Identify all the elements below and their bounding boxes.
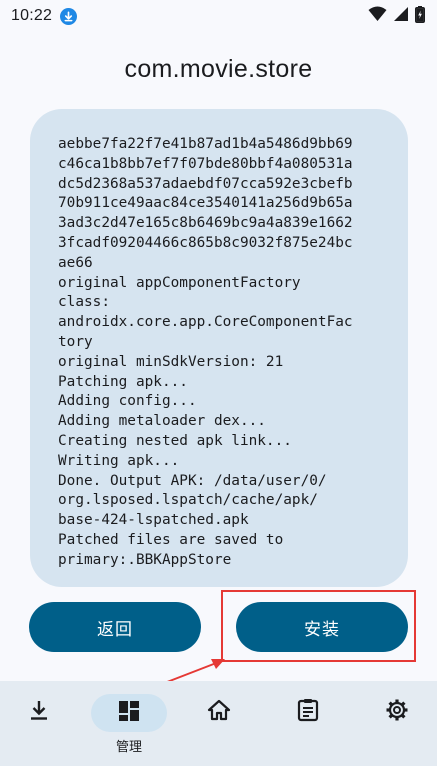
page-title: com.movie.store bbox=[124, 55, 313, 83]
status-bar: 10:22 bbox=[0, 0, 437, 32]
nav-item-download[interactable] bbox=[7, 681, 71, 766]
log-line: 3fcadf09204466c865b8c9032f875e24bc bbox=[58, 234, 353, 251]
log-line: c46ca1b8bb7ef7f07bde80bbf4a080531a bbox=[58, 155, 353, 172]
nav-item-home[interactable] bbox=[187, 681, 251, 766]
bottom-navigation: 管理 bbox=[0, 681, 437, 766]
log-line: 70b911ce49aac84ce3540141a256d9b65a bbox=[58, 195, 353, 212]
settings-gear-icon bbox=[385, 698, 409, 726]
log-line: Adding metaloader dex... bbox=[58, 413, 266, 430]
log-line: dc5d2368a537adaebdf07cca592e3cbefb bbox=[58, 175, 353, 192]
clipboard-list-icon bbox=[297, 698, 319, 726]
log-line: Patching apk... bbox=[58, 373, 188, 390]
download-badge-icon bbox=[60, 7, 78, 25]
log-line: Adding config... bbox=[58, 393, 197, 410]
log-line: primary:.BBKAppStore bbox=[58, 551, 232, 568]
patch-log-card: aebbe7fa22f7e41b87ad1b4a5486d9bb69 c46ca1… bbox=[30, 109, 408, 587]
back-button[interactable]: 返回 bbox=[29, 602, 201, 652]
dashboard-icon bbox=[118, 700, 140, 726]
log-line: Writing apk... bbox=[58, 452, 180, 469]
screen: 10:22 com.movie.store aebbe7fa22f7e41b87… bbox=[0, 0, 437, 766]
log-line: ae66 bbox=[58, 254, 93, 271]
log-line: Creating nested apk link... bbox=[58, 432, 292, 449]
log-line: androidx.core.app.CoreComponentFac bbox=[58, 314, 353, 331]
cell-signal-icon bbox=[393, 6, 409, 26]
log-line: base-424-lspatched.apk bbox=[58, 512, 249, 529]
log-line: original appComponentFactory bbox=[58, 274, 301, 291]
patch-log: aebbe7fa22f7e41b87ad1b4a5486d9bb69 c46ca1… bbox=[58, 135, 380, 571]
nav-item-settings[interactable] bbox=[365, 681, 429, 766]
status-time: 10:22 bbox=[11, 7, 53, 24]
wifi-icon bbox=[368, 6, 387, 26]
annotation-highlight-box bbox=[221, 590, 416, 662]
battery-charging-icon bbox=[415, 5, 425, 27]
nav-item-manage-label: 管理 bbox=[115, 740, 142, 755]
download-icon bbox=[28, 699, 50, 725]
nav-item-logs[interactable] bbox=[276, 681, 340, 766]
log-line: aebbe7fa22f7e41b87ad1b4a5486d9bb69 bbox=[58, 136, 353, 152]
home-icon bbox=[207, 699, 231, 725]
log-line: tory bbox=[58, 333, 93, 350]
log-line: class: bbox=[58, 294, 110, 311]
log-line: org.lsposed.lspatch/cache/apk/ bbox=[58, 492, 318, 509]
log-line: original minSdkVersion: 21 bbox=[58, 353, 284, 370]
nav-item-manage[interactable]: 管理 bbox=[91, 681, 167, 766]
log-line: 3ad3c2d47e165c8b6469bc9a4a839e1662 bbox=[58, 215, 353, 232]
log-line: Done. Output APK: /data/user/0/ bbox=[58, 472, 327, 489]
log-line: Patched files are saved to bbox=[58, 531, 284, 548]
